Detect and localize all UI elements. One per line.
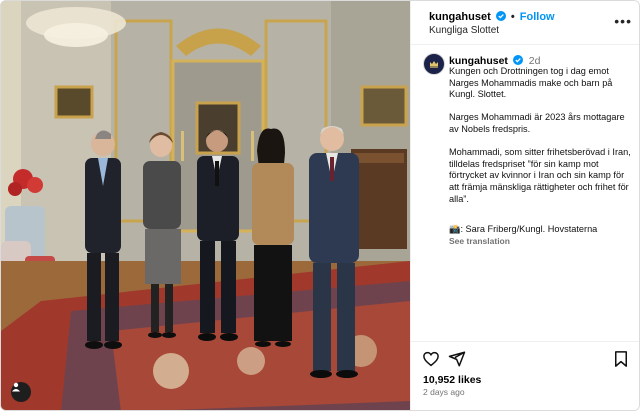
caption-text: Kungen och Drottningen tog i dag emot Na… [449, 66, 631, 204]
instagram-post: kungahuset • Follow Kungliga Slottet •••… [0, 0, 640, 411]
post-actions: 10,952 likes 2 days ago [411, 341, 639, 410]
see-translation-link[interactable]: See translation [449, 236, 510, 246]
verified-badge-icon [495, 11, 506, 21]
likes-count[interactable]: 10,952 likes [423, 374, 481, 386]
post-header: kungahuset • Follow Kungliga Slottet ••• [411, 1, 639, 45]
crown-logo-icon [430, 61, 438, 68]
person-icon [12, 382, 20, 392]
bookmark-icon[interactable] [612, 350, 630, 368]
tagged-users-button[interactable] [11, 382, 31, 402]
photo-credit: 📸: Sara Friberg/Kungl. Hovstaterna [449, 224, 598, 234]
caption-avatar[interactable] [423, 53, 445, 75]
share-icon[interactable] [448, 350, 466, 368]
verified-badge-icon [512, 55, 523, 65]
heart-icon[interactable] [422, 350, 440, 368]
post-time-ago: 2 days ago [423, 387, 465, 397]
caption-area: kungahuset 2d Kungen och Drottningen tog… [411, 45, 639, 340]
separator-dot: • [510, 11, 515, 23]
follow-button[interactable]: Follow [520, 11, 555, 23]
more-options-icon[interactable]: ••• [614, 13, 632, 29]
location-link[interactable]: Kungliga Slottet [429, 25, 499, 36]
header-username[interactable]: kungahuset [429, 11, 491, 23]
header-user-line: kungahuset • Follow [429, 11, 555, 23]
post-photo[interactable] [1, 1, 410, 410]
post-side-panel: kungahuset • Follow Kungliga Slottet •••… [410, 1, 639, 410]
photo-illustration [1, 1, 410, 410]
